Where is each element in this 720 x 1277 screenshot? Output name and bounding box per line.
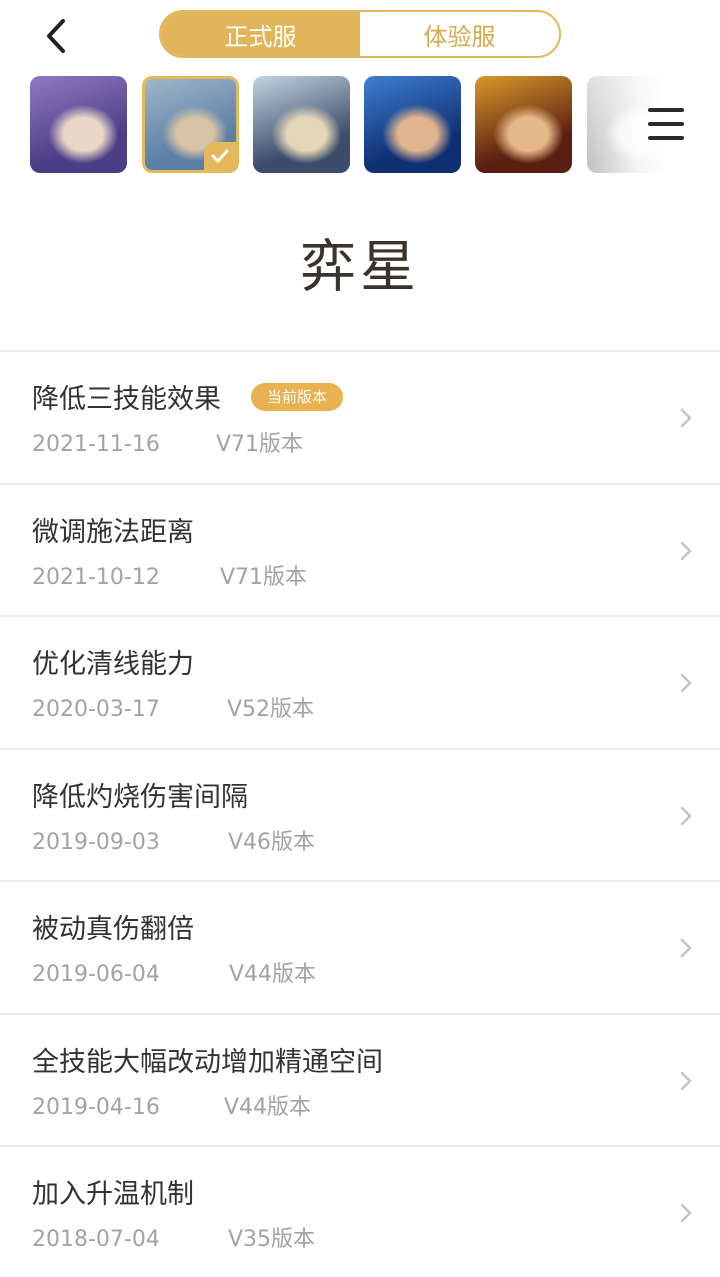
chevron-right-icon bbox=[680, 673, 692, 693]
check-icon bbox=[204, 142, 236, 170]
change-date: 2020-03-17 bbox=[32, 697, 160, 722]
change-title: 被动真伤翻倍 bbox=[32, 914, 194, 945]
list-item[interactable]: 优化清线能力 2020-03-17 V52版本 bbox=[0, 615, 720, 748]
current-version-badge: 当前版本 bbox=[251, 382, 344, 411]
hero-avatar-3[interactable] bbox=[253, 76, 350, 173]
change-date: 2019-06-04 bbox=[32, 962, 160, 987]
hero-portrait-image bbox=[30, 76, 127, 173]
menu-icon[interactable] bbox=[646, 104, 686, 144]
hero-avatar-1[interactable] bbox=[30, 76, 127, 173]
list-item[interactable]: 加入升温机制 2018-07-04 V35版本 bbox=[0, 1145, 720, 1277]
change-date: 2019-09-03 bbox=[32, 829, 160, 855]
chevron-right-icon bbox=[680, 408, 692, 428]
change-title: 降低灼烧伤害间隔 bbox=[32, 781, 248, 813]
chevron-right-icon bbox=[680, 1071, 692, 1090]
list-item[interactable]: 微调施法距离 2021-10-12 V71版本 bbox=[0, 482, 720, 616]
change-title: 微调施法距离 bbox=[32, 516, 194, 548]
change-version: V71版本 bbox=[220, 564, 308, 590]
back-button[interactable] bbox=[34, 14, 78, 58]
list-item[interactable]: 降低灼烧伤害间隔 2019-09-03 V46版本 bbox=[0, 747, 720, 881]
change-version: V46版本 bbox=[228, 829, 316, 855]
change-title: 优化清线能力 bbox=[32, 649, 194, 680]
list-item[interactable]: 全技能大幅改动增加精通空间 2019-04-16 V44版本 bbox=[0, 1012, 720, 1146]
change-version: V35版本 bbox=[228, 1227, 316, 1252]
change-date: 2018-07-04 bbox=[32, 1227, 160, 1252]
chevron-left-icon bbox=[47, 19, 65, 53]
hero-portrait-image bbox=[475, 76, 572, 173]
change-history-list: 降低三技能效果 当前版本 2021-11-16 V71版本 微调施法距离 2021… bbox=[0, 350, 720, 1277]
tab-official-server[interactable]: 正式服 bbox=[161, 12, 360, 56]
hero-avatar-4[interactable] bbox=[364, 76, 461, 173]
hero-selector bbox=[0, 76, 720, 176]
change-date: 2019-04-16 bbox=[32, 1094, 160, 1120]
hero-avatar-5[interactable] bbox=[475, 76, 572, 173]
change-title: 全技能大幅改动增加精通空间 bbox=[32, 1046, 383, 1078]
chevron-right-icon bbox=[680, 938, 692, 958]
hero-avatar-2[interactable] bbox=[142, 76, 239, 173]
change-version: V44版本 bbox=[224, 1094, 312, 1120]
change-title: 加入升温机制 bbox=[32, 1179, 194, 1210]
hero-name-title: 弈星 bbox=[300, 235, 420, 300]
chevron-right-icon bbox=[680, 1203, 692, 1223]
change-date: 2021-10-12 bbox=[32, 564, 160, 590]
list-item[interactable]: 被动真伤翻倍 2019-06-04 V44版本 bbox=[0, 880, 720, 1013]
change-version: V71版本 bbox=[216, 432, 304, 457]
change-version: V52版本 bbox=[227, 697, 315, 722]
tab-test-server[interactable]: 体验服 bbox=[360, 12, 559, 56]
list-item[interactable]: 降低三技能效果 当前版本 2021-11-16 V71版本 bbox=[0, 350, 720, 483]
hero-portrait-image bbox=[364, 76, 461, 173]
change-title-text: 降低三技能效果 bbox=[32, 384, 221, 415]
change-title: 降低三技能效果 当前版本 bbox=[32, 380, 344, 420]
chevron-right-icon bbox=[680, 806, 692, 825]
hero-history-page: 正式服 体验服 弈星 降低三技能效果 当前版本 2021-11-16 V71版本… bbox=[0, 0, 720, 1277]
hero-portrait-image bbox=[253, 76, 350, 173]
change-date: 2021-11-16 bbox=[32, 432, 160, 457]
chevron-right-icon bbox=[680, 541, 692, 560]
server-toggle: 正式服 体验服 bbox=[159, 10, 561, 58]
top-bar: 正式服 体验服 bbox=[0, 0, 720, 70]
change-version: V44版本 bbox=[229, 962, 317, 987]
